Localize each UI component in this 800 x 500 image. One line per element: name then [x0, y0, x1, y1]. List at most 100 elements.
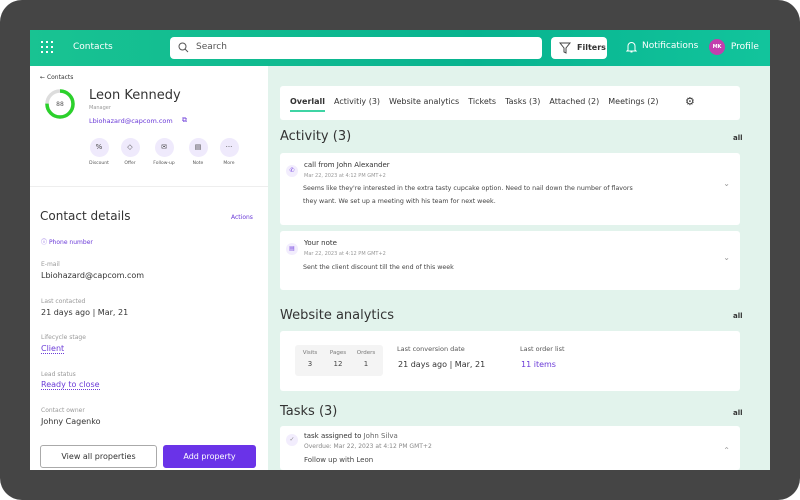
- task-title: task assigned to John Silva: [304, 432, 398, 440]
- contact-details-title: Contact details: [40, 209, 131, 223]
- view-all-properties-button[interactable]: View all properties: [40, 445, 157, 468]
- chevron-up-icon[interactable]: ⌃: [723, 446, 730, 455]
- lifecycle-value[interactable]: Client: [41, 344, 65, 354]
- activity-item[interactable]: ▤ Your note Mar 22, 2023 at 4:12 PM GMT+…: [280, 231, 740, 290]
- follow-up-action[interactable]: ✉ Follow-up: [148, 138, 180, 166]
- more-action[interactable]: ··· More: [213, 138, 245, 166]
- settings-gear-icon[interactable]: ⚙: [685, 95, 695, 108]
- note-icon: ▤: [286, 243, 298, 255]
- action-label: Note: [192, 161, 204, 166]
- activity-all-link[interactable]: all: [733, 134, 743, 142]
- app-title[interactable]: Contacts: [73, 42, 113, 52]
- action-label: More: [223, 161, 235, 166]
- orders-label: Orders: [356, 350, 376, 356]
- phone-label: Phone number: [48, 239, 93, 246]
- lifecycle-label: Lifecycle stage: [41, 334, 86, 341]
- actions-link[interactable]: Actions: [231, 214, 253, 221]
- activity-item-title: Your note: [304, 239, 337, 247]
- discount-action[interactable]: % Discount: [83, 138, 115, 166]
- task-item[interactable]: ✓ task assigned to John Silva Overdue: M…: [280, 426, 740, 470]
- last-order-label: Last order list: [520, 345, 565, 353]
- contact-name: Leon Kennedy: [89, 88, 181, 103]
- chevron-down-icon[interactable]: ⌄: [723, 253, 730, 262]
- apps-grid-icon[interactable]: [41, 41, 53, 53]
- divider: [30, 186, 268, 187]
- tab-website-analytics[interactable]: Website analytics: [389, 97, 459, 106]
- back-label: Contacts: [46, 74, 74, 81]
- tasks-all-link[interactable]: all: [733, 409, 743, 417]
- owner-value: Johny Cagenko: [41, 417, 101, 426]
- email-label: E-mail: [41, 261, 60, 268]
- activity-item-text: they want. We set up a meeting with his …: [303, 198, 496, 205]
- last-conversion-value: 21 days ago | Mar, 21: [398, 360, 486, 369]
- action-label: Offer: [124, 161, 136, 166]
- task-text: Follow up with Leon: [304, 456, 374, 464]
- tab-meetings[interactable]: Meetings (2): [608, 97, 658, 106]
- analytics-all-link[interactable]: all: [733, 312, 743, 320]
- activity-item-time: Mar 22, 2023 at 4:12 PM GMT+2: [304, 251, 386, 257]
- visits-label: Visits: [302, 350, 318, 356]
- tab-bar: Overlall Activitiy (3) Website analytics Ti…: [280, 86, 740, 120]
- bell-icon: [626, 42, 637, 53]
- overview-panel: Overlall Activitiy (3) Website analytics Ti…: [268, 66, 770, 470]
- contact-role: Manager: [89, 105, 111, 111]
- top-bar: Contacts Search Filters Notifications MK…: [30, 30, 770, 66]
- orders-value: 1: [363, 360, 369, 368]
- add-property-button[interactable]: Add property: [163, 445, 256, 468]
- tasks-title: Tasks (3): [280, 404, 338, 419]
- activity-item[interactable]: ✆ call from John Alexander Mar 22, 2023 …: [280, 153, 740, 225]
- tab-tasks[interactable]: Tasks (3): [505, 97, 540, 106]
- back-link[interactable]: ← Contacts: [40, 74, 73, 81]
- analytics-stats: Visits 3 Pages 12 Orders 1: [295, 345, 383, 376]
- chevron-down-icon[interactable]: ⌄: [723, 179, 730, 188]
- tab-activity[interactable]: Activitiy (3): [334, 97, 380, 106]
- profile-label: Profile: [730, 42, 759, 52]
- profile-button[interactable]: MK Profile: [709, 39, 759, 55]
- tab-tickets[interactable]: Tickets: [468, 97, 496, 106]
- note-action[interactable]: ▤ Note: [182, 138, 214, 166]
- last-contacted-value: 21 days ago | Mar, 21: [41, 308, 129, 317]
- filters-label: Filters: [577, 43, 606, 52]
- info-icon: ⓘ: [41, 239, 48, 246]
- activity-item-text: Seems like they're interested in the ext…: [303, 185, 633, 192]
- pages-value: 12: [333, 360, 343, 368]
- lead-status-label: Lead status: [41, 371, 76, 378]
- discount-icon: %: [89, 138, 109, 157]
- avatar: MK: [709, 39, 725, 55]
- filters-button[interactable]: Filters: [551, 37, 607, 59]
- search-placeholder: Search: [196, 42, 227, 52]
- action-label: Follow-up: [153, 161, 175, 166]
- order-items-link[interactable]: 11 items: [521, 360, 556, 369]
- notifications-button[interactable]: Notifications: [626, 41, 699, 53]
- contact-email-link[interactable]: Lbiohazard@capcom.com: [89, 117, 173, 125]
- offer-action[interactable]: ◇ Offer: [114, 138, 146, 166]
- tab-overall[interactable]: Overlall: [290, 97, 326, 112]
- phone-number-link[interactable]: ⓘ Phone number: [41, 237, 93, 246]
- filter-icon: [559, 42, 571, 54]
- task-due: Overdue: Mar 22, 2023 at 4:12 PM GMT+2: [304, 443, 432, 450]
- analytics-card: Visits 3 Pages 12 Orders 1 Last conversion …: [280, 331, 740, 391]
- note-icon: ▤: [188, 138, 208, 157]
- contact-sidebar: ← Contacts 88 Leon Kennedy Manager Lbioh…: [30, 66, 268, 470]
- activity-item-time: Mar 22, 2023 at 4:12 PM GMT+2: [304, 173, 386, 179]
- app-screen: Contacts Search Filters Notifications MK…: [30, 30, 770, 470]
- action-label: Discount: [89, 161, 109, 166]
- last-conversion-label: Last conversion date: [397, 345, 465, 353]
- tab-attached[interactable]: Attached (2): [549, 97, 599, 106]
- activity-item-text: Sent the client discount till the end of…: [303, 264, 454, 271]
- activity-item-title: call from John Alexander: [304, 161, 390, 169]
- phone-icon: ✆: [286, 165, 298, 177]
- website-analytics-title: Website analytics: [280, 308, 395, 323]
- search-icon: [178, 42, 189, 53]
- owner-label: Contact owner: [41, 407, 85, 414]
- check-icon[interactable]: ✓: [286, 434, 298, 446]
- mail-icon: ✉: [154, 138, 174, 157]
- notifications-label: Notifications: [642, 41, 699, 51]
- task-prefix: task assigned to: [304, 432, 362, 440]
- lead-status-value[interactable]: Ready to close: [41, 380, 100, 390]
- copy-icon[interactable]: ⧉: [182, 116, 187, 125]
- pages-label: Pages: [329, 350, 347, 356]
- score-value: 88: [56, 101, 64, 108]
- tag-icon: ◇: [120, 138, 140, 157]
- search-input[interactable]: Search: [170, 37, 542, 59]
